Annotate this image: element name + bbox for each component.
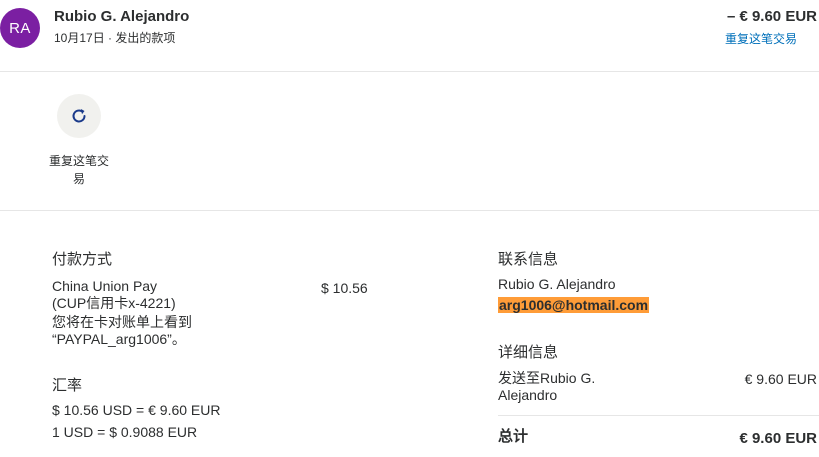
details-title: 详细信息 [498,344,559,361]
payment-method-title: 付款方式 [52,251,113,268]
separator: · [108,31,113,45]
refresh-icon [72,109,86,123]
contact-email[interactable]: arg1006@hotmail.com [498,297,650,314]
transaction-amount: – € 9.60 EUR [726,8,817,25]
payment-method-amount: $ 10.56 [321,280,368,296]
transaction-subline: 10月17日 · 发出的款项 [54,29,175,46]
exchange-rate-line2: 1 USD = $ 0.9088 EUR [52,424,198,440]
repeat-button-circle[interactable] [57,94,101,138]
contact-name: Rubio G. Alejandro [498,276,616,292]
sent-to-line2: Alejandro [498,387,558,403]
transaction-type: 发出的款项 [115,31,176,45]
contact-info-title: 联系信息 [498,251,559,268]
repeat-button-label[interactable]: 重复这笔交易 [45,152,113,188]
payment-method-line3: 您将在卡对账单上看到 [52,314,192,330]
repeat-transaction-button[interactable]: 重复这笔交易 [45,94,113,188]
sent-to-line1: 发送至Rubio G. [498,370,596,386]
exchange-rate-title: 汇率 [52,377,83,394]
recipient-name: Rubio G. Alejandro [54,8,190,25]
avatar: RA [0,8,40,48]
transaction-date: 10月17日 [54,31,105,45]
actions-bar: 重复这笔交易 [0,72,819,211]
payment-method-line1: China Union Pay [52,278,158,294]
sent-amount: € 9.60 EUR [744,371,817,387]
total-amount: € 9.60 EUR [739,430,817,447]
payment-method-line2: (CUP信用卡x-4221) [52,295,176,311]
total-label: 总计 [498,428,529,445]
transaction-header: RA Rubio G. Alejandro 10月17日 · 发出的款项 – €… [0,0,819,72]
repeat-transaction-link[interactable]: 重复这笔交易 [725,30,797,47]
payment-method-line4: “PAYPAL_arg1006”。 [52,331,186,347]
exchange-rate-line1: $ 10.56 USD = € 9.60 EUR [52,402,221,418]
details-divider [498,415,819,416]
contact-email-text[interactable]: arg1006@hotmail.com [498,297,650,313]
